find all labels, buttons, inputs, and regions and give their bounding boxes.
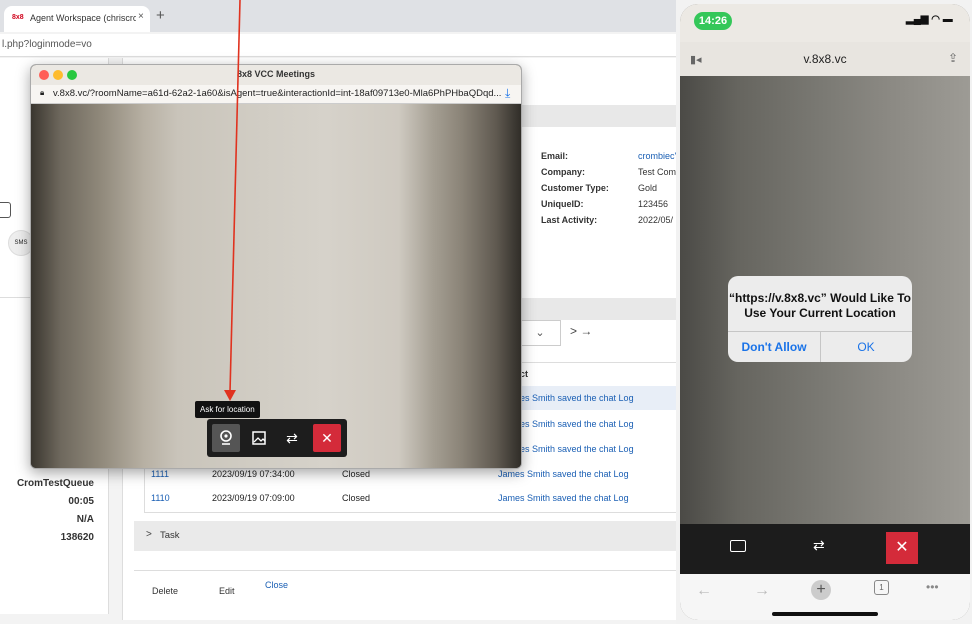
tabs-button[interactable]: 1	[874, 580, 889, 595]
meeting-window-title: 8x8 VCC Meetings	[236, 69, 316, 79]
back-icon[interactable]: ←	[696, 582, 712, 600]
tab-close-icon[interactable]: ×	[138, 11, 144, 22]
customer-type-value: Gold	[638, 183, 658, 193]
row-id[interactable]: 1111	[151, 469, 169, 479]
switch-camera-icon[interactable]: ⇄	[813, 537, 825, 554]
row-date: 2023/09/19 07:09:00	[212, 493, 295, 503]
call-duration: 00:05	[68, 496, 94, 507]
company-label: Company:	[541, 167, 586, 177]
email-label: Email:	[541, 151, 569, 161]
interaction-number: 138620	[60, 532, 94, 543]
delete-button[interactable]: Delete	[152, 586, 178, 596]
task-section[interactable]: > Task	[134, 521, 680, 551]
meeting-url: v.8x8.vc/?roomName=a61d-62a2-1a60&isAgen…	[53, 88, 502, 99]
expand-icon[interactable]	[0, 202, 11, 218]
forward-icon[interactable]: →	[754, 582, 770, 600]
na-value: N/A	[76, 514, 94, 525]
lock-icon: 🔒︎	[40, 88, 45, 97]
phone-time: 14:26	[694, 12, 732, 30]
section-header-band	[520, 298, 680, 320]
location-permission-alert: “https://v.8x8.vc” Would Like To Use You…	[728, 276, 912, 362]
customer-type-label: Customer Type:	[541, 183, 609, 193]
phone-url: v.8x8.vc	[803, 52, 847, 66]
signal-wifi-battery-icon: ▂▄▆ ◠ ▬	[906, 14, 953, 25]
row-status: Closed	[342, 469, 371, 479]
row-subject[interactable]: James Smith saved the chat Log	[498, 493, 629, 503]
edit-button[interactable]: Edit	[219, 586, 235, 596]
task-label: Task	[160, 530, 180, 541]
uniqueid-value: 123456	[638, 199, 669, 209]
location-tooltip: Ask for location	[195, 401, 260, 418]
hangup-icon[interactable]: ✕	[886, 532, 918, 564]
chevron-right-icon: >	[146, 529, 152, 540]
close-link[interactable]: Close	[265, 580, 288, 590]
meeting-control-bar: ⇄ ✕	[207, 419, 347, 457]
phone-url-bar[interactable]: ▮◂ v.8x8.vc ⇪	[680, 42, 970, 76]
divider	[134, 570, 680, 571]
row-subject[interactable]: es Smith saved the chat Log	[520, 393, 634, 403]
location-pin-icon[interactable]	[212, 424, 240, 452]
queue-name: CromTestQueue	[16, 478, 94, 489]
tab-agent-workspace[interactable]: 8x8 Agent Workspace (chriscromi ×	[4, 6, 150, 32]
meeting-url-bar[interactable]: 🔒︎ v.8x8.vc/?roomName=a61d-62a2-1a60&isA…	[31, 85, 521, 104]
tab-bar: 8x8 Agent Workspace (chriscromi × +	[0, 0, 680, 32]
phone-status-bar: 14:26 ▂▄▆ ◠ ▬	[680, 4, 970, 42]
section-header-band	[520, 105, 680, 127]
email-value[interactable]: crombiec'	[638, 151, 676, 161]
share-icon[interactable]: ⇪	[948, 51, 958, 65]
row-status: Closed	[342, 493, 371, 503]
ok-button[interactable]: OK	[820, 340, 912, 354]
row-subject[interactable]: es Smith saved the chat Log	[520, 444, 634, 454]
download-icon[interactable]: ⤓	[505, 86, 510, 101]
row-date: 2023/09/19 07:34:00	[212, 469, 295, 479]
meeting-window: 8x8 VCC Meetings 🔒︎ v.8x8.vc/?roomName=a…	[30, 64, 522, 469]
camera-toggle-icon[interactable]	[730, 540, 746, 552]
add-icon[interactable]: +	[811, 580, 831, 600]
dont-allow-button[interactable]: Don't Allow	[728, 340, 820, 354]
more-icon[interactable]: •••	[926, 580, 939, 594]
new-tab-button[interactable]: +	[156, 7, 165, 24]
last-activity-label: Last Activity:	[541, 215, 598, 225]
nav-arrows[interactable]: > →	[570, 324, 592, 338]
tab-title: Agent Workspace (chriscromi	[30, 13, 136, 23]
uniqueid-label: UniqueID:	[541, 199, 584, 209]
company-value: Test Com	[638, 167, 677, 177]
row-id[interactable]: 1110	[151, 493, 170, 503]
address-text: l.php?loginmode=vo	[2, 39, 92, 50]
address-bar[interactable]: l.php?loginmode=vo	[0, 34, 680, 57]
home-indicator	[772, 612, 878, 616]
alert-message: “https://v.8x8.vc” Would Like To Use You…	[728, 291, 912, 320]
switch-camera-icon[interactable]: ⇄	[278, 424, 306, 452]
video-feed	[31, 104, 521, 468]
hangup-icon[interactable]: ✕	[313, 424, 341, 452]
row-subject[interactable]: es Smith saved the chat Log	[520, 419, 634, 429]
chevron-down-icon[interactable]: ⌄	[520, 320, 561, 346]
last-activity-value: 2022/05/	[638, 215, 674, 225]
phone-screen: 14:26 ▂▄▆ ◠ ▬ ▮◂ v.8x8.vc ⇪ “https://v.8…	[680, 4, 970, 620]
phone-control-bar: ⇄ ✕	[680, 524, 970, 574]
divider	[520, 362, 680, 363]
row-subject[interactable]: James Smith saved the chat Log	[498, 469, 629, 479]
image-icon[interactable]	[245, 424, 273, 452]
tab-favicon: 8x8	[12, 14, 24, 21]
meeting-titlebar: 8x8 VCC Meetings	[31, 65, 521, 85]
